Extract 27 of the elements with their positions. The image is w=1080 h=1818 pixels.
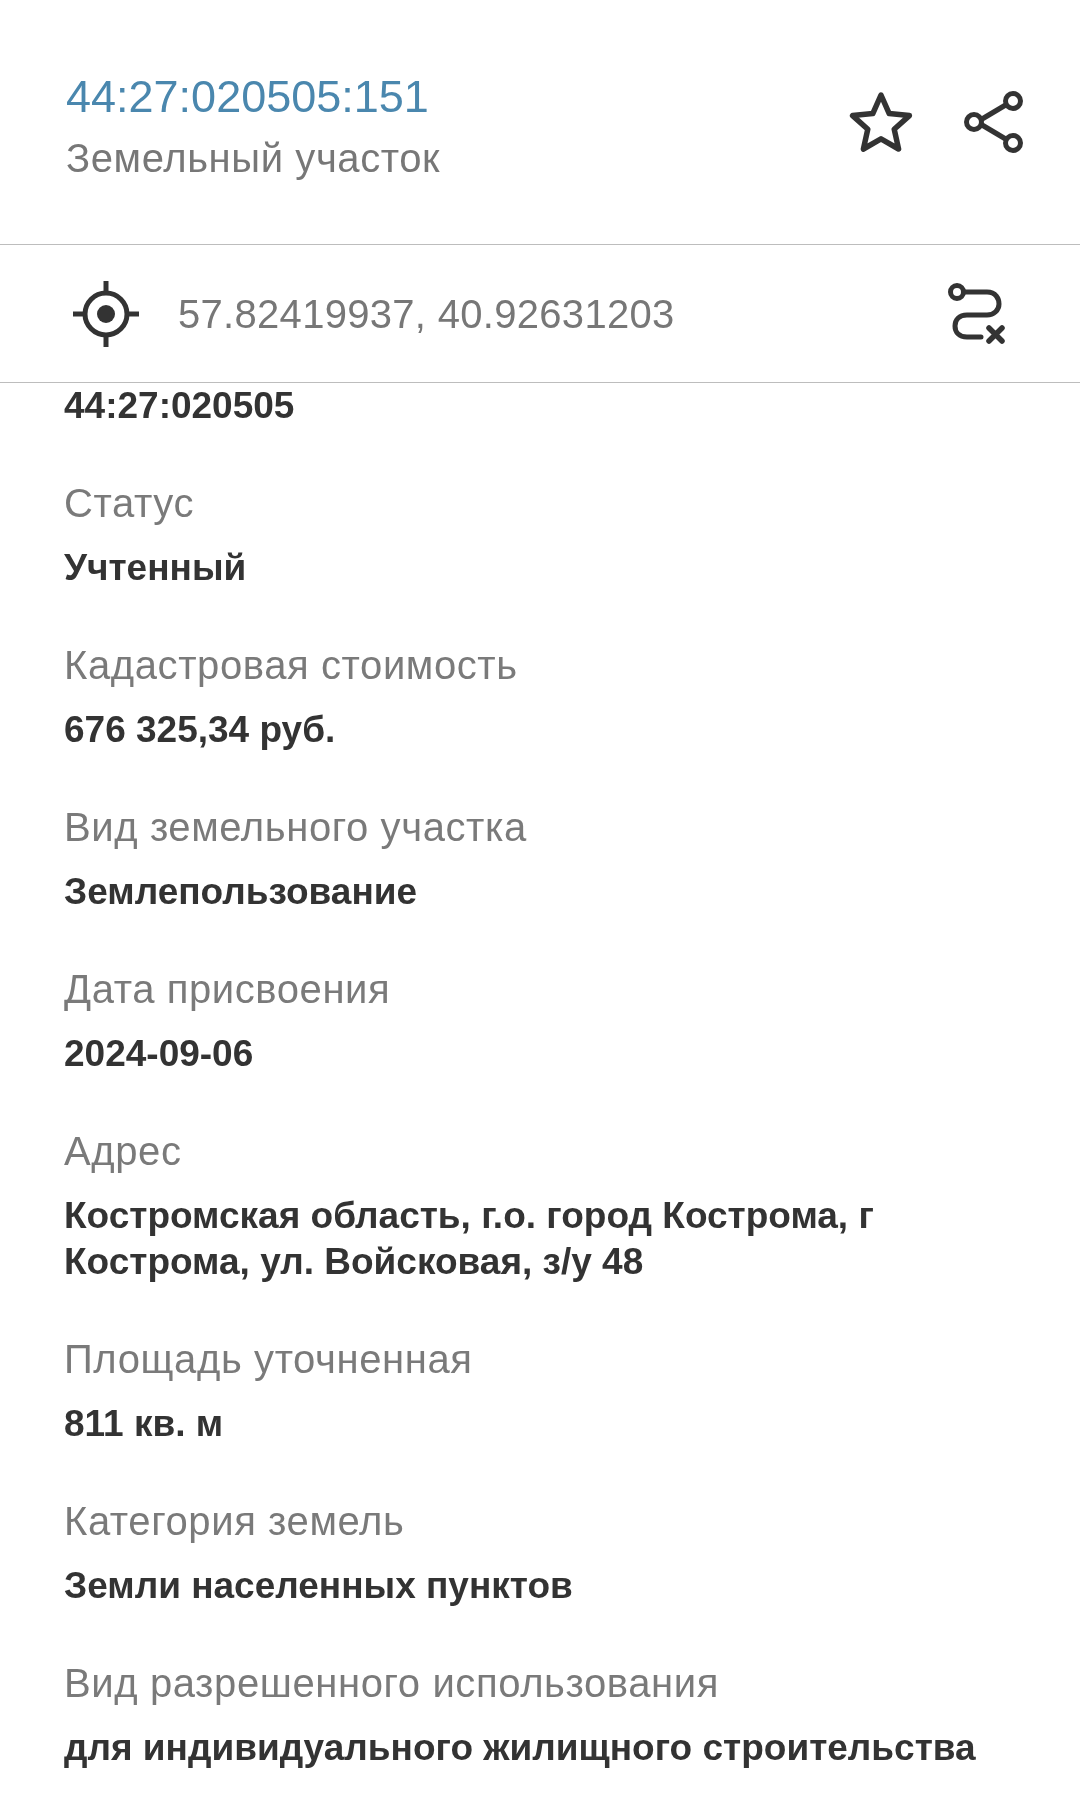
field-label: Кадастровая стоимость <box>64 642 519 689</box>
share-button[interactable] <box>963 90 1025 154</box>
coordinates-text: 57.82419937, 40.92631203 <box>178 290 676 338</box>
field-value: 676 325,34 руб. <box>64 708 337 752</box>
star-icon <box>849 91 913 153</box>
cadastral-number-title: 44:27:020505:151 <box>66 70 430 124</box>
field-value: Землепользование <box>64 870 419 914</box>
field-label: Адрес <box>64 1128 183 1175</box>
field-value: Земли населенных пунктов <box>64 1564 574 1608</box>
route-button[interactable] <box>947 282 1007 345</box>
crosshair-icon[interactable] <box>72 279 140 348</box>
favorite-button[interactable] <box>849 91 913 153</box>
field-value: 44:27:020505 <box>64 384 296 428</box>
field-value: Учтенный <box>64 546 248 590</box>
field-label: Площадь уточненная <box>64 1336 474 1383</box>
share-icon <box>963 90 1025 154</box>
field-value: 811 кв. м <box>64 1402 225 1446</box>
field-label: Статус <box>64 480 196 527</box>
field-value: Костромская область, г.о. город Кострома, г Кострома, ул. Войсковая, з/у 48 <box>64 1194 875 1284</box>
field-label: Дата присвоения <box>64 966 392 1013</box>
route-off-icon <box>947 282 1007 345</box>
field-label: Вид земельного участка <box>64 804 528 851</box>
field-label: Категория земель <box>64 1498 406 1545</box>
field-value: для индивидуального жилищного строительства <box>64 1726 977 1770</box>
object-type-subtitle: Земельный участок <box>66 135 441 181</box>
field-label: Вид разрешенного использования <box>64 1660 720 1707</box>
field-value: 2024-09-06 <box>64 1032 255 1076</box>
